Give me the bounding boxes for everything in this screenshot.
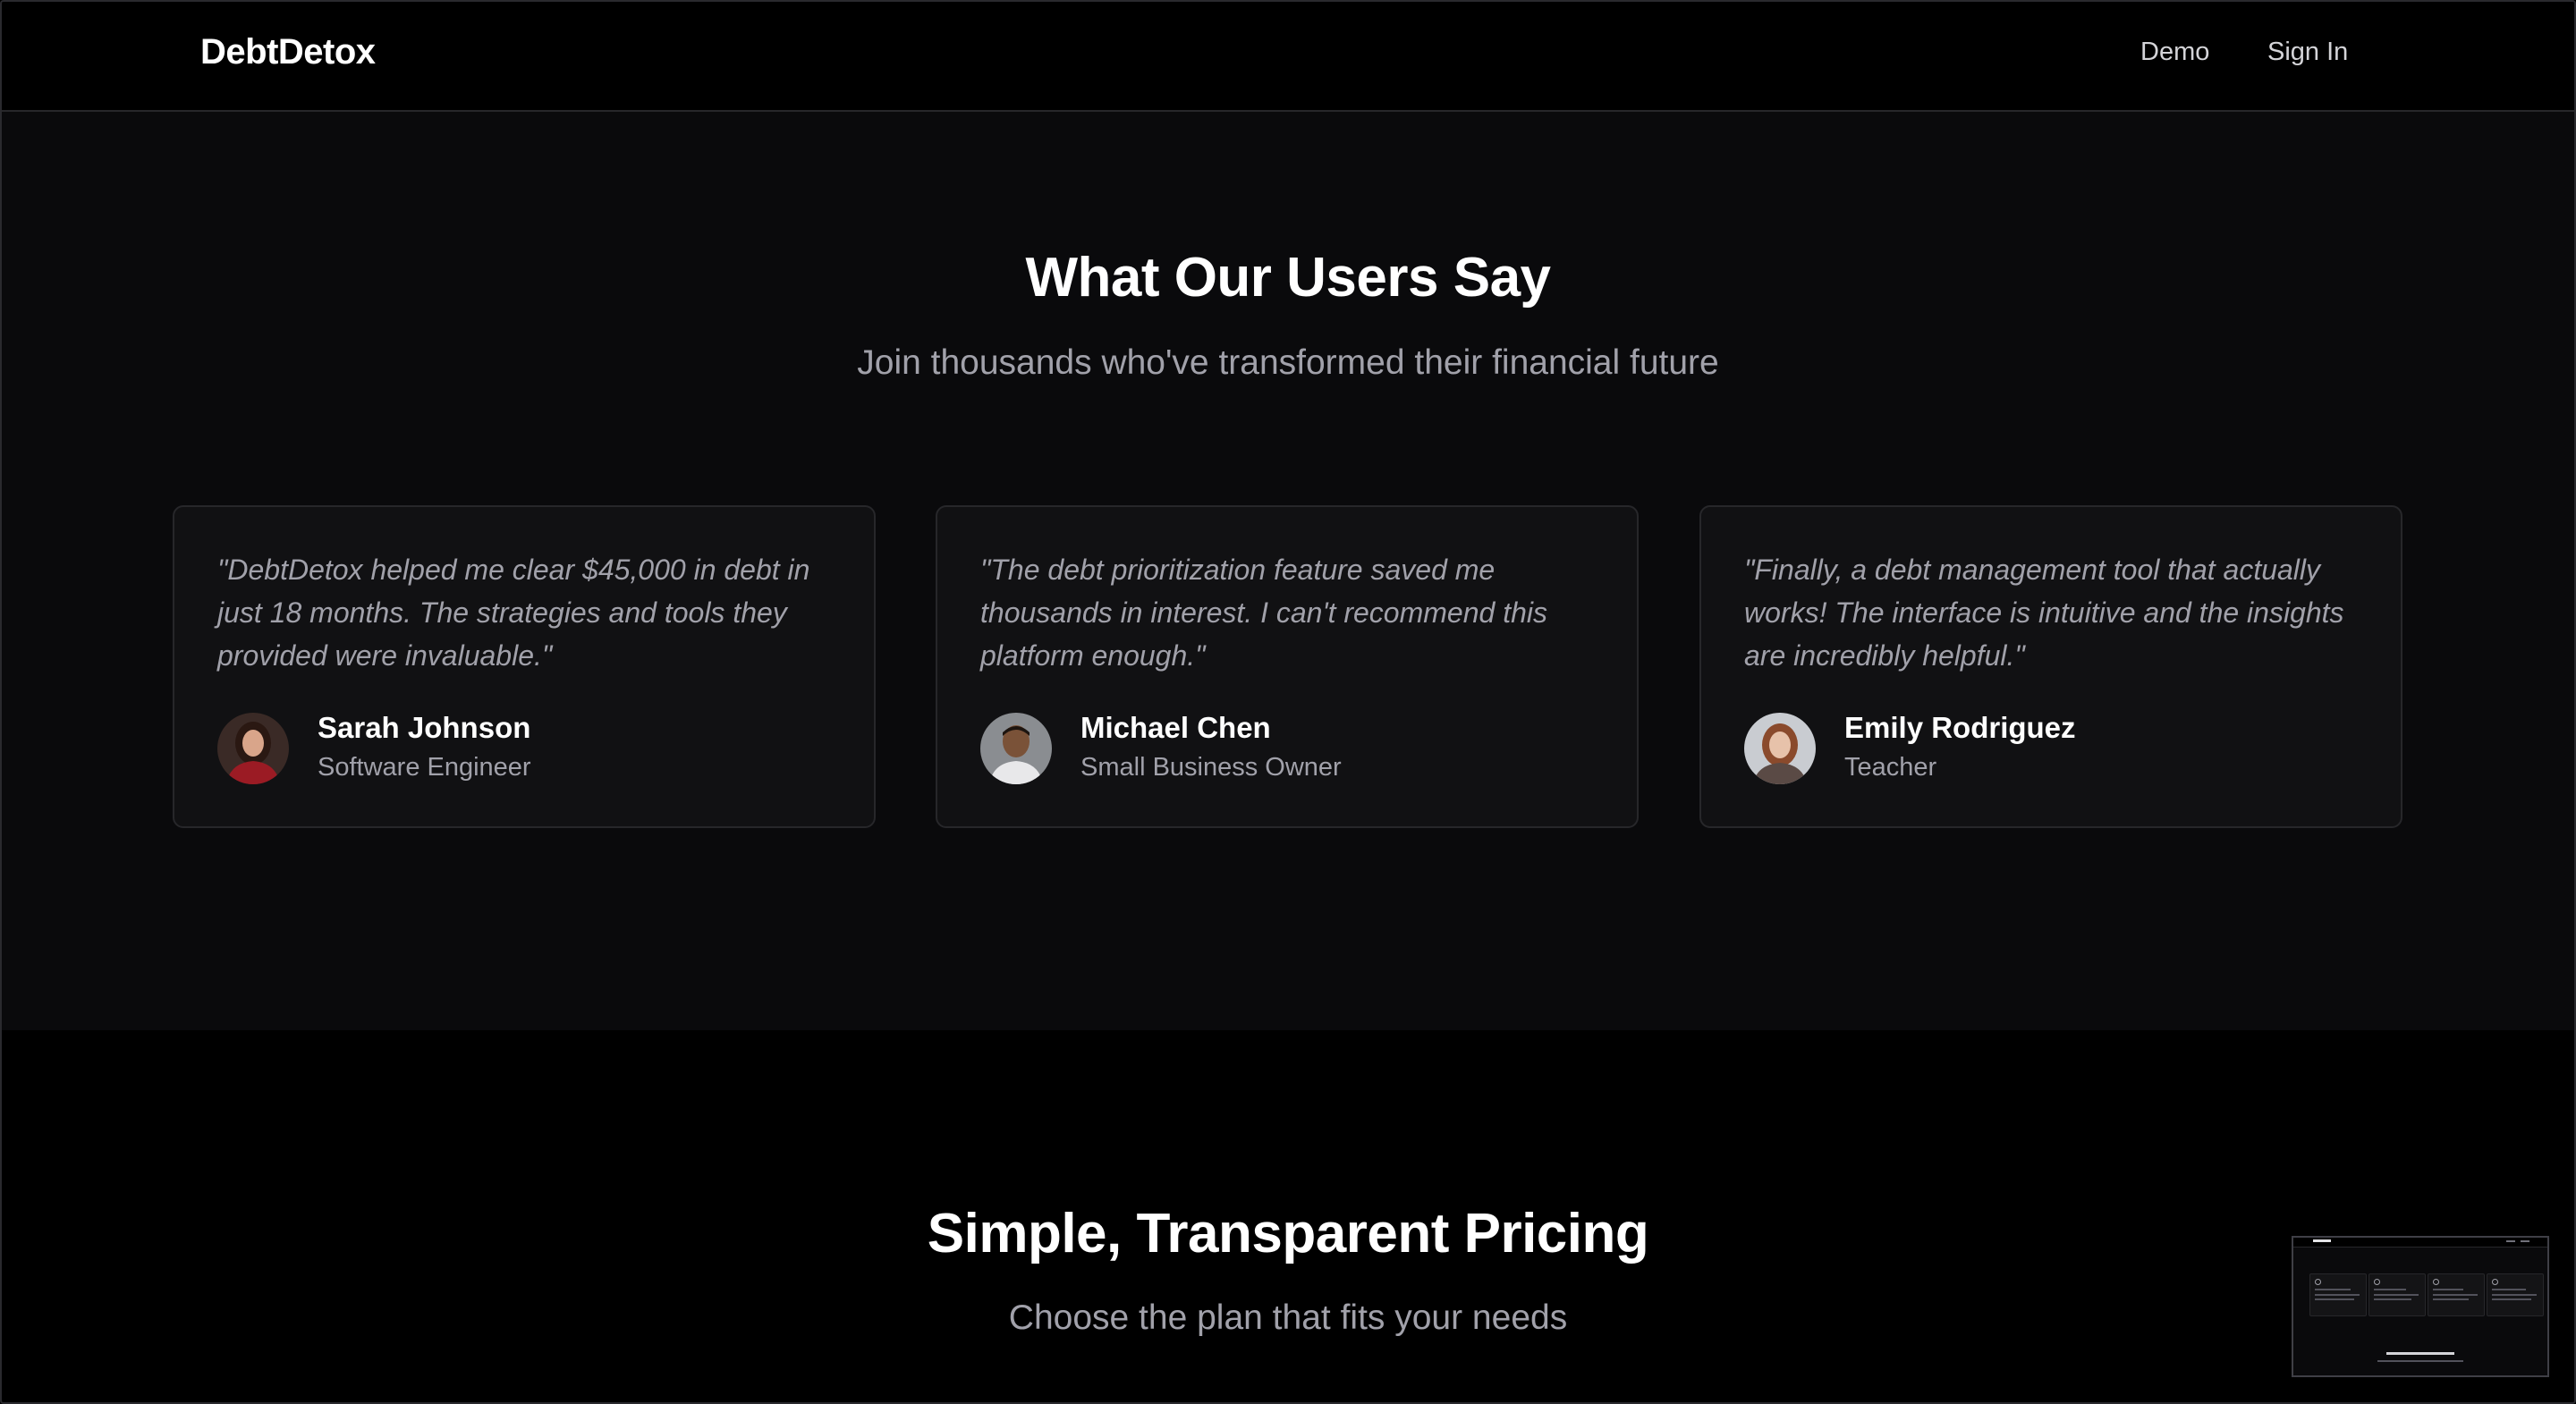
nav-demo-link[interactable]: Demo [2140, 38, 2209, 67]
testimonials-title: What Our Users Say [1025, 247, 1551, 309]
thumbnail-icon [2492, 1279, 2498, 1285]
thumbnail-line [2315, 1289, 2351, 1290]
nav-sign-in-link[interactable]: Sign In [2267, 38, 2348, 67]
testimonial-name: Sarah Johnson [318, 711, 531, 744]
pricing-section: Simple, Transparent Pricing Choose the p… [2, 1030, 2574, 1402]
pricing-subtitle: Choose the plan that fits your needs [1008, 1298, 1568, 1337]
thumbnail-icon [2433, 1279, 2439, 1285]
thumbnail-heading [2386, 1352, 2454, 1355]
testimonial-card: "Finally, a debt management tool that ac… [1699, 505, 2402, 828]
page-thumbnail-preview[interactable] [2292, 1236, 2549, 1377]
testimonial-card: "DebtDetox helped me clear $45,000 in de… [173, 505, 876, 828]
pricing-title: Simple, Transparent Pricing [927, 1203, 1649, 1264]
testimonial-role: Software Engineer [318, 753, 531, 782]
testimonial-role: Small Business Owner [1080, 753, 1342, 782]
testimonial-quote: "Finally, a debt management tool that ac… [1744, 554, 2344, 672]
thumbnail-subheading [2377, 1360, 2463, 1362]
thumbnail-icon [2315, 1279, 2321, 1285]
thumbnail-line [2433, 1298, 2469, 1300]
thumbnail-card [2428, 1273, 2485, 1316]
thumbnail-brand [2313, 1239, 2331, 1242]
testimonial-name: Michael Chen [1080, 711, 1271, 744]
testimonial-card: "The debt prioritization feature saved m… [936, 505, 1639, 828]
thumbnail-line [2433, 1289, 2463, 1290]
testimonial-role: Teacher [1844, 753, 1937, 782]
thumbnail-line [2492, 1294, 2537, 1296]
testimonial-name: Emily Rodriguez [1844, 711, 2076, 744]
testimonial-quote: "The debt prioritization feature saved m… [980, 554, 1547, 672]
thumbnail-icon [2374, 1279, 2380, 1285]
avatar [1744, 713, 1816, 784]
thumbnail-line [2374, 1294, 2419, 1296]
testimonials-subtitle: Join thousands who've transformed their … [857, 343, 1719, 382]
thumbnail-line [2374, 1289, 2406, 1290]
thumbnail-navbar [2293, 1238, 2547, 1248]
thumbnail-card [2487, 1273, 2544, 1316]
thumbnail-card [2368, 1273, 2426, 1316]
thumbnail-link [2521, 1240, 2529, 1242]
thumbnail-line [2492, 1289, 2526, 1290]
brand-logo[interactable]: DebtDetox [200, 32, 376, 72]
testimonial-quote: "DebtDetox helped me clear $45,000 in de… [217, 554, 810, 672]
app-window: DebtDetox Demo Sign In What Our Users Sa… [0, 0, 2576, 1404]
thumbnail-card [2309, 1273, 2367, 1316]
thumbnail-link [2506, 1240, 2515, 1242]
thumbnail-line [2315, 1294, 2360, 1296]
avatar [217, 713, 289, 784]
thumbnail-line [2374, 1298, 2411, 1300]
top-navbar: DebtDetox Demo Sign In [2, 2, 2574, 112]
thumbnail-line [2433, 1294, 2478, 1296]
testimonials-section: What Our Users Say Join thousands who've… [2, 112, 2574, 1030]
thumbnail-line [2492, 1298, 2531, 1300]
thumbnail-line [2315, 1298, 2354, 1300]
avatar [980, 713, 1052, 784]
